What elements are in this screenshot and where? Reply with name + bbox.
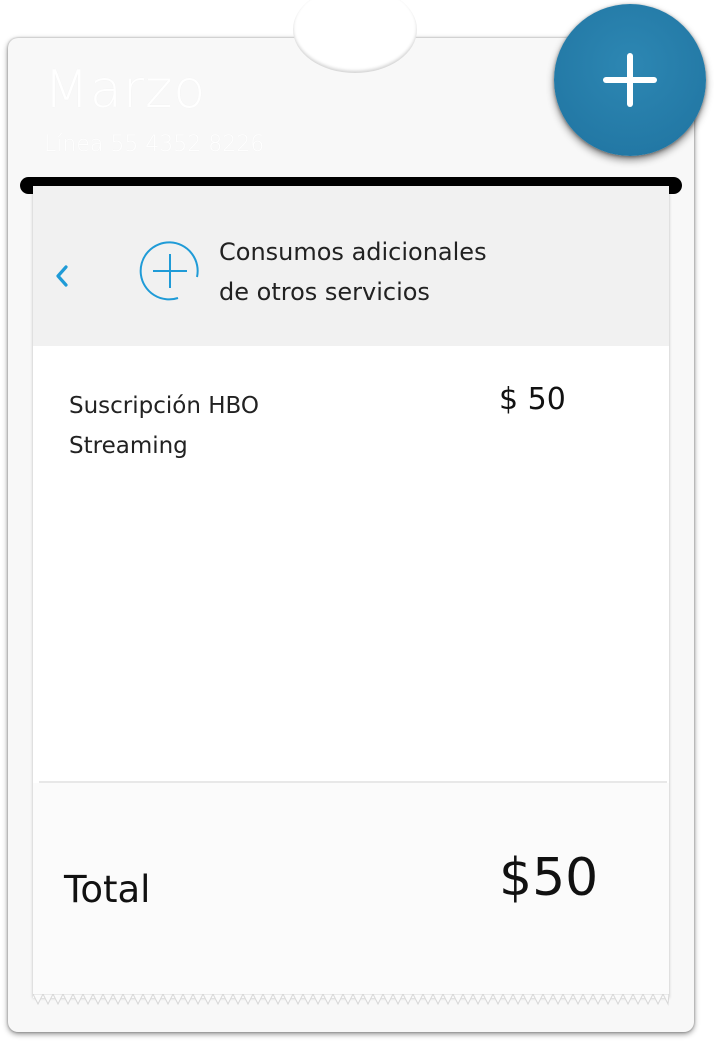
month-title: Marzo <box>44 60 207 120</box>
chevron-left-icon[interactable] <box>53 264 71 288</box>
total-label: Total <box>64 868 151 911</box>
section-title-line1: Consumos adicionales <box>219 238 487 266</box>
total-value: $50 <box>499 848 599 908</box>
receipt-header: Consumos adicionales de otros servicios <box>33 186 669 346</box>
plus-icon <box>603 53 657 107</box>
line-number: Línea 55 4352 8226 <box>44 132 265 157</box>
item-name-line2: Streaming <box>69 433 188 459</box>
plus-circle-icon <box>139 241 199 301</box>
add-button[interactable] <box>554 4 706 156</box>
item-name: Suscripción HBO Streaming <box>69 386 329 466</box>
item-price: $ 50 <box>499 382 566 417</box>
ticket-notch <box>293 0 417 73</box>
receipt-torn-edge <box>33 994 669 1006</box>
section-title: Consumos adicionales de otros servicios <box>219 232 549 312</box>
item-name-line1: Suscripción HBO <box>69 393 260 419</box>
torn-edge-path <box>33 994 669 1006</box>
screen: Marzo Línea 55 4352 8226 Consumos adicio… <box>0 0 714 1044</box>
section-title-line2: de otros servicios <box>219 278 430 306</box>
receipt: Consumos adicionales de otros servicios … <box>33 186 669 1006</box>
